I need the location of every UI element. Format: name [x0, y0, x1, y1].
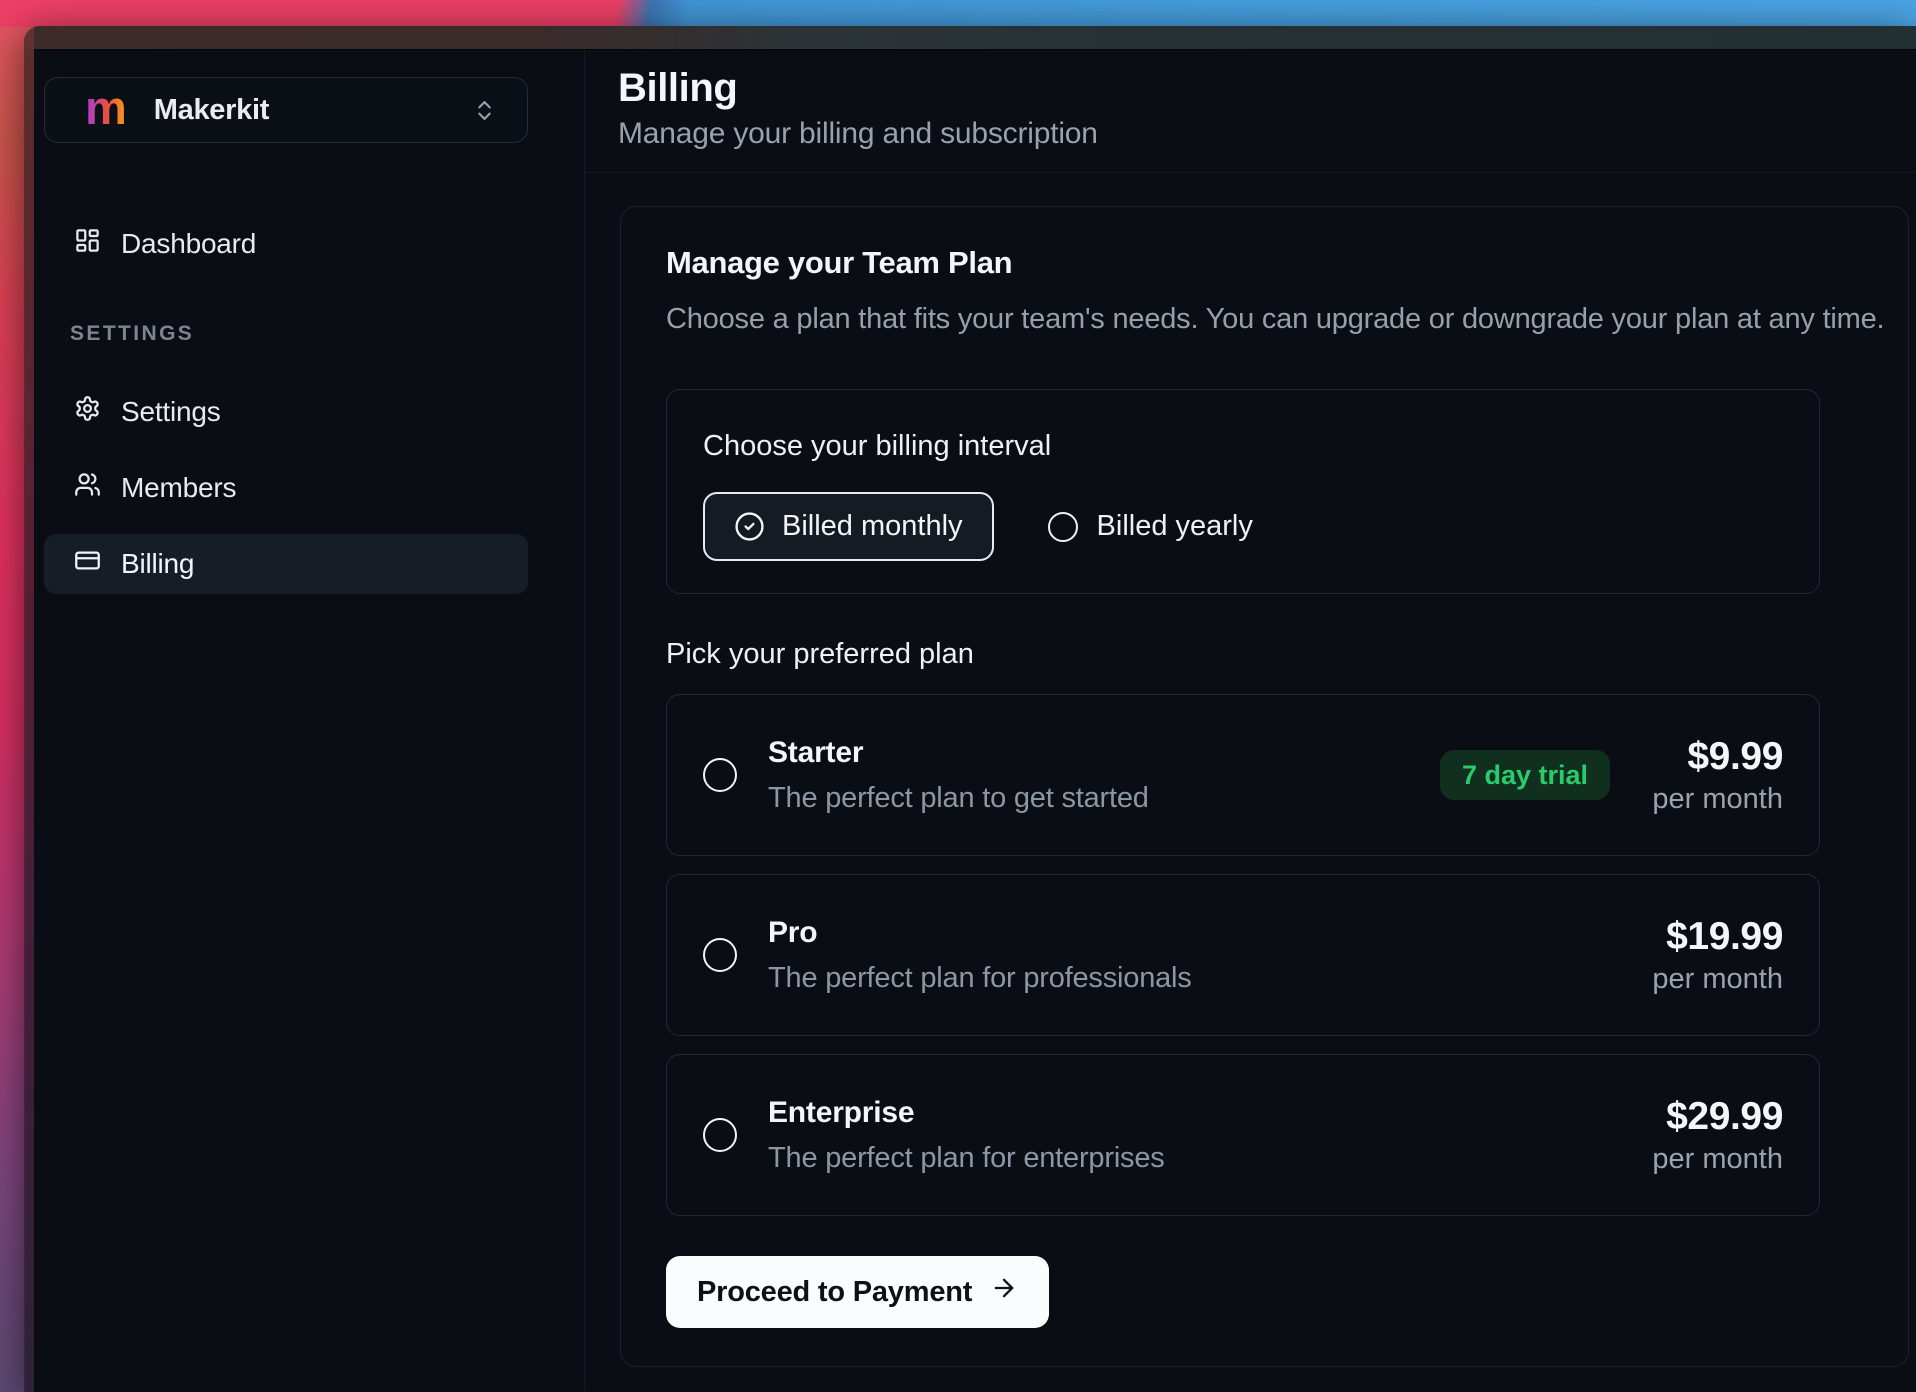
sidebar-item-billing[interactable]: Billing — [44, 534, 528, 594]
plan-description: The perfect plan to get started — [768, 780, 1149, 817]
plan-period: per month — [1643, 782, 1783, 816]
radio-circle-icon[interactable] — [703, 1118, 737, 1152]
plan-card-starter[interactable]: Starter The perfect plan to get started … — [666, 694, 1820, 856]
price-column: $29.99 per month — [1643, 1094, 1783, 1176]
plan-list: Starter The perfect plan to get started … — [666, 694, 1820, 1216]
arrow-right-icon — [990, 1274, 1018, 1310]
plan-price-group: 7 day trial $9.99 per month — [1440, 734, 1783, 816]
billed-yearly-label: Billed yearly — [1097, 510, 1253, 543]
plan-card-pro[interactable]: Pro The perfect plan for professionals $… — [666, 874, 1820, 1036]
chevrons-up-down-icon — [472, 98, 497, 123]
plan-price: $9.99 — [1643, 734, 1783, 780]
price-column: $9.99 per month — [1643, 734, 1783, 816]
sidebar-item-label: Settings — [121, 396, 221, 428]
page-content: Manage your Team Plan Choose a plan that… — [585, 173, 1916, 1391]
sidebar-section-label: SETTINGS — [44, 322, 528, 346]
card-subtitle: Choose a plan that fits your team's need… — [666, 301, 1862, 337]
plan-price: $19.99 — [1643, 914, 1783, 960]
users-icon — [74, 471, 101, 505]
team-plan-card: Manage your Team Plan Choose a plan that… — [620, 206, 1909, 1367]
sidebar-item-dashboard[interactable]: Dashboard — [44, 214, 528, 274]
sidebar-item-label: Dashboard — [121, 228, 256, 260]
main-area: Billing Manage your billing and subscrip… — [585, 50, 1916, 1391]
sidebar: m Makerkit Dashboard SETTINGS — [24, 50, 585, 1391]
sidebar-item-settings[interactable]: Settings — [44, 382, 528, 442]
app-body: m Makerkit Dashboard SETTINGS — [24, 50, 1916, 1391]
app-window: m Makerkit Dashboard SETTINGS — [24, 26, 1916, 1392]
makerkit-logo-icon: m — [85, 84, 127, 131]
plan-price: $29.99 — [1643, 1094, 1783, 1140]
window-titlebar — [24, 26, 1916, 50]
plan-info: Starter The perfect plan to get started — [768, 734, 1149, 817]
plan-period: per month — [1643, 1142, 1783, 1176]
billed-yearly-option[interactable]: Billed yearly — [1048, 510, 1253, 543]
gear-icon — [74, 395, 101, 429]
card-title: Manage your Team Plan — [666, 243, 1862, 283]
workspace-selector[interactable]: m Makerkit — [44, 77, 528, 143]
sidebar-item-members[interactable]: Members — [44, 458, 528, 518]
page-header: Billing Manage your billing and subscrip… — [585, 50, 1916, 173]
sidebar-nav: Dashboard SETTINGS Settings Membe — [44, 214, 528, 594]
page-subtitle: Manage your billing and subscription — [618, 116, 1916, 152]
radio-circle-icon[interactable] — [703, 938, 737, 972]
billing-interval-options: Billed monthly Billed yearly — [703, 492, 1783, 561]
plan-price-group: $29.99 per month — [1643, 1094, 1783, 1176]
pick-plan-label: Pick your preferred plan — [666, 636, 1862, 672]
plan-name: Starter — [768, 734, 1149, 771]
trial-badge: 7 day trial — [1440, 750, 1610, 800]
sidebar-item-label: Billing — [121, 548, 194, 580]
plan-price-group: $19.99 per month — [1643, 914, 1783, 996]
proceed-button-label: Proceed to Payment — [697, 1276, 972, 1309]
radio-circle-icon[interactable] — [703, 758, 737, 792]
billed-monthly-option[interactable]: Billed monthly — [703, 492, 994, 561]
credit-card-icon — [74, 547, 101, 581]
desktop-wallpaper-top — [0, 0, 1916, 27]
plan-info: Enterprise The perfect plan for enterpri… — [768, 1094, 1165, 1177]
plan-card-enterprise[interactable]: Enterprise The perfect plan for enterpri… — [666, 1054, 1820, 1216]
plan-name: Enterprise — [768, 1094, 1165, 1131]
page-title: Billing — [618, 65, 1916, 111]
layout-dashboard-icon — [74, 227, 101, 261]
sidebar-settings-group: Settings Members Billing — [44, 382, 528, 594]
plan-name: Pro — [768, 914, 1192, 951]
check-circle-icon — [734, 511, 765, 542]
sidebar-item-label: Members — [121, 472, 236, 504]
plan-description: The perfect plan for enterprises — [768, 1140, 1165, 1177]
radio-circle-icon — [1048, 512, 1078, 542]
plan-period: per month — [1643, 962, 1783, 996]
billing-interval-label: Choose your billing interval — [703, 428, 1783, 464]
plan-description: The perfect plan for professionals — [768, 960, 1192, 997]
price-column: $19.99 per month — [1643, 914, 1783, 996]
billing-interval-box: Choose your billing interval Billed mont… — [666, 389, 1820, 594]
plan-info: Pro The perfect plan for professionals — [768, 914, 1192, 997]
proceed-to-payment-button[interactable]: Proceed to Payment — [666, 1256, 1049, 1328]
workspace-name: Makerkit — [154, 94, 269, 127]
billed-monthly-label: Billed monthly — [782, 510, 963, 543]
